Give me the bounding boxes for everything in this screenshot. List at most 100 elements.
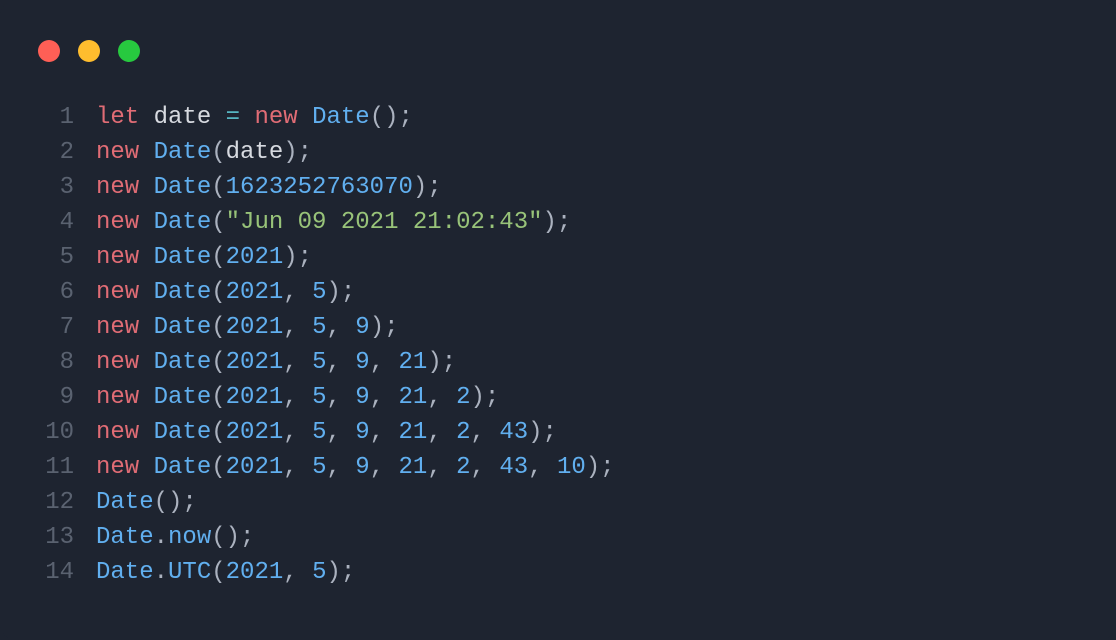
code-line[interactable]: 12Date();: [38, 485, 615, 520]
token-pun: ,: [283, 419, 312, 446]
code-line[interactable]: 11new Date(2021, 5, 9, 21, 2, 43, 10);: [38, 450, 615, 485]
token-num: 5: [312, 279, 326, 306]
token-num: 21: [399, 384, 428, 411]
token-pun: );: [543, 209, 572, 236]
token-pun: );: [528, 419, 557, 446]
token-pun: (: [211, 139, 225, 166]
token-num: 2: [456, 454, 470, 481]
token-num: 2021: [226, 384, 284, 411]
code-content[interactable]: Date();: [74, 485, 197, 520]
code-line[interactable]: 7new Date(2021, 5, 9);: [38, 310, 615, 345]
token-cls: Date: [154, 279, 212, 306]
token-pun: (: [211, 559, 225, 586]
token-pun: ,: [528, 454, 557, 481]
token-cls: Date: [154, 139, 212, 166]
token-pun: );: [326, 559, 355, 586]
code-content[interactable]: Date.now();: [74, 520, 254, 555]
line-number: 11: [38, 450, 74, 485]
token-kw: new: [96, 174, 139, 201]
token-pun: (: [211, 279, 225, 306]
code-line[interactable]: 14Date.UTC(2021, 5);: [38, 555, 615, 590]
token-kw: new: [96, 349, 139, 376]
code-content[interactable]: new Date(2021, 5, 9, 21, 2, 43);: [74, 415, 557, 450]
code-content[interactable]: Date.UTC(2021, 5);: [74, 555, 355, 590]
token-num: 2021: [226, 314, 284, 341]
token-pun: [139, 454, 153, 481]
line-number: 12: [38, 485, 74, 520]
line-number: 6: [38, 275, 74, 310]
code-content[interactable]: new Date(2021, 5, 9);: [74, 310, 399, 345]
code-line[interactable]: 5new Date(2021);: [38, 240, 615, 275]
line-number: 2: [38, 135, 74, 170]
code-content[interactable]: let date = new Date();: [74, 100, 413, 135]
token-pun: );: [413, 174, 442, 201]
code-line[interactable]: 1let date = new Date();: [38, 100, 615, 135]
token-num: 43: [499, 454, 528, 481]
code-line[interactable]: 13Date.now();: [38, 520, 615, 555]
code-line[interactable]: 8new Date(2021, 5, 9, 21);: [38, 345, 615, 380]
token-pun: [211, 104, 225, 131]
token-kw: new: [96, 139, 139, 166]
token-pun: ,: [283, 349, 312, 376]
token-pun: [139, 209, 153, 236]
token-pun: );: [370, 314, 399, 341]
token-cls: Date: [154, 349, 212, 376]
token-num: 5: [312, 559, 326, 586]
minimize-icon[interactable]: [78, 40, 100, 62]
token-op: =: [226, 104, 240, 131]
code-content[interactable]: new Date(2021, 5, 9, 21, 2, 43, 10);: [74, 450, 615, 485]
code-content[interactable]: new Date(2021, 5, 9, 21);: [74, 345, 456, 380]
zoom-icon[interactable]: [118, 40, 140, 62]
token-num: 2021: [226, 454, 284, 481]
token-pun: [139, 139, 153, 166]
token-pun: (: [211, 384, 225, 411]
token-num: 21: [399, 454, 428, 481]
token-str: "Jun 09 2021 21:02:43": [226, 209, 543, 236]
token-pun: );: [586, 454, 615, 481]
code-content[interactable]: new Date(2021, 5);: [74, 275, 355, 310]
token-pun: );: [427, 349, 456, 376]
code-editor[interactable]: 1let date = new Date();2new Date(date);3…: [38, 100, 615, 590]
token-pun: [139, 349, 153, 376]
close-icon[interactable]: [38, 40, 60, 62]
code-content[interactable]: new Date("Jun 09 2021 21:02:43");: [74, 205, 571, 240]
code-line[interactable]: 3new Date(1623252763070);: [38, 170, 615, 205]
token-pun: ,: [326, 419, 355, 446]
line-number: 9: [38, 380, 74, 415]
token-pun: [298, 104, 312, 131]
code-line[interactable]: 4new Date("Jun 09 2021 21:02:43");: [38, 205, 615, 240]
code-content[interactable]: new Date(2021);: [74, 240, 312, 275]
token-pun: ,: [471, 419, 500, 446]
token-pun: );: [283, 139, 312, 166]
token-id: date: [226, 139, 284, 166]
token-pun: ,: [427, 384, 456, 411]
line-number: 10: [38, 415, 74, 450]
token-num: 5: [312, 349, 326, 376]
token-pun: ();: [154, 489, 197, 516]
token-pun: ,: [283, 314, 312, 341]
token-pun: [139, 244, 153, 271]
token-kw: new: [254, 104, 297, 131]
code-line[interactable]: 6new Date(2021, 5);: [38, 275, 615, 310]
token-num: 43: [499, 419, 528, 446]
token-pun: ,: [326, 349, 355, 376]
token-cls: Date: [154, 454, 212, 481]
token-pun: (: [211, 454, 225, 481]
line-number: 8: [38, 345, 74, 380]
token-num: 1623252763070: [226, 174, 413, 201]
code-content[interactable]: new Date(date);: [74, 135, 312, 170]
token-num: 5: [312, 419, 326, 446]
code-line[interactable]: 2new Date(date);: [38, 135, 615, 170]
token-pun: ,: [427, 454, 456, 481]
code-content[interactable]: new Date(1623252763070);: [74, 170, 442, 205]
token-pun: [240, 104, 254, 131]
line-number: 13: [38, 520, 74, 555]
code-line[interactable]: 9new Date(2021, 5, 9, 21, 2);: [38, 380, 615, 415]
token-cls: Date: [154, 314, 212, 341]
token-pun: .: [154, 559, 168, 586]
token-pun: );: [283, 244, 312, 271]
line-number: 1: [38, 100, 74, 135]
code-line[interactable]: 10new Date(2021, 5, 9, 21, 2, 43);: [38, 415, 615, 450]
code-content[interactable]: new Date(2021, 5, 9, 21, 2);: [74, 380, 499, 415]
token-pun: [139, 174, 153, 201]
